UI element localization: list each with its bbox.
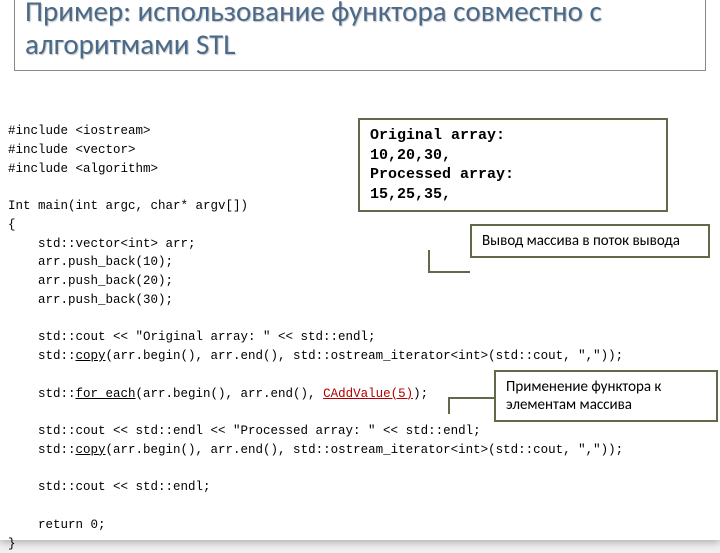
slide: Пример: использование функтора совместно… [0, 0, 720, 540]
code-indent: std:: [8, 443, 76, 457]
code-line: std::cout << std::endl; [8, 480, 211, 494]
slide-title: Пример: использование функтора совместно… [25, 0, 695, 62]
code-tail: (arr.begin(), arr.end(), std::ostream_it… [106, 349, 624, 363]
output-box: Original array: 10,20,30, Processed arra… [358, 118, 668, 212]
copy-call: copy [76, 349, 106, 363]
code-tail: (arr.begin(), arr.end(), std::ostream_it… [106, 443, 624, 457]
code-line: arr.push_back(30); [8, 293, 173, 307]
code-indent: std:: [8, 349, 76, 363]
title-container: Пример: использование функтора совместно… [14, 0, 706, 71]
copy-call: copy [76, 443, 106, 457]
code-line: { [8, 218, 16, 232]
code-line: } [8, 537, 16, 551]
output-line: 10,20,30, [370, 146, 656, 166]
callout-output-stream: Вывод массива в поток вывода [470, 224, 710, 258]
code-line: std::vector<int> arr; [8, 237, 196, 251]
code-line: #include <iostream> [8, 124, 151, 138]
code-mid: (arr.begin(), arr.end(), [136, 387, 324, 401]
code-line: Int main(int argc, char* argv[]) [8, 199, 248, 213]
code-line: arr.push_back(10); [8, 255, 173, 269]
code-line: std::cout << "Original array: " << std::… [8, 330, 376, 344]
code-line: return 0; [8, 518, 106, 532]
output-line: Processed array: [370, 165, 656, 185]
for-each-call: for_each [76, 387, 136, 401]
output-line: 15,25,35, [370, 185, 656, 205]
functor-call: CAddValue(5) [323, 387, 413, 401]
code-indent: std:: [8, 387, 76, 401]
code-line: #include <algorithm> [8, 162, 158, 176]
callout-functor-apply: Применение функтора к элементам массива [494, 370, 718, 422]
code-tail: ); [413, 387, 428, 401]
code-line: arr.push_back(20); [8, 274, 173, 288]
output-line: Original array: [370, 126, 656, 146]
code-line: #include <vector> [8, 143, 136, 157]
code-line: std::cout << std::endl << "Processed arr… [8, 424, 481, 438]
